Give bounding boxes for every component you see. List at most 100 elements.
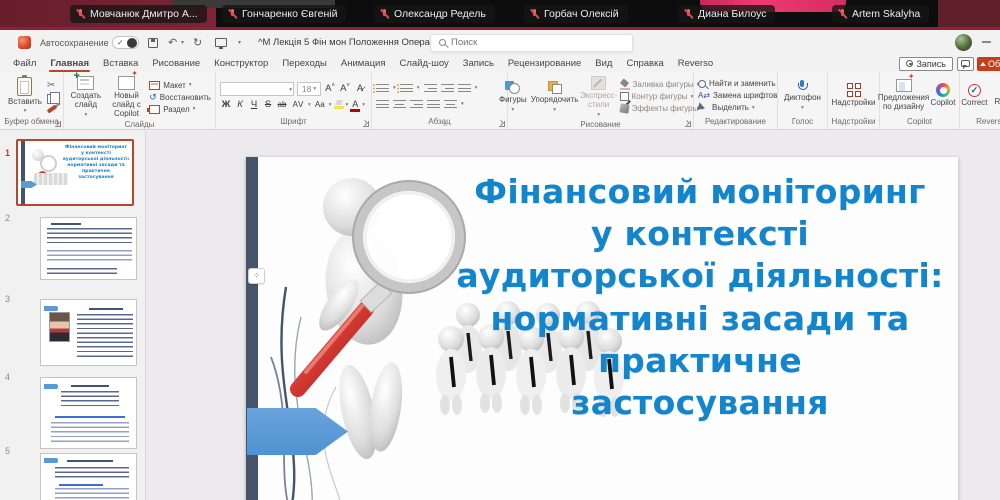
character-spacing-icon[interactable]: АV (290, 100, 306, 109)
align-center-icon[interactable] (393, 98, 406, 109)
undo-caret-icon[interactable]: ▾ (181, 30, 184, 55)
shapes-button[interactable]: Фигуры ▾ (497, 80, 529, 114)
tab-design[interactable]: Конструктор (207, 55, 275, 72)
align-right-icon[interactable] (410, 98, 423, 109)
drawing-dialog-launcher-icon[interactable] (685, 121, 691, 127)
group-label: Слайды (124, 120, 155, 130)
mini-slide-title: Фінансовий моніторинг у контексті аудито… (62, 145, 130, 180)
thumbnail-slide-2[interactable] (40, 217, 137, 280)
find-replace-button[interactable]: Найти и заменить (698, 79, 776, 88)
bullets-icon[interactable] (373, 82, 389, 93)
tab-home[interactable]: Главная (43, 55, 96, 72)
powerpoint-app-icon (18, 36, 31, 49)
correct-button[interactable]: ✓ Correct (959, 83, 989, 109)
muted-mic-icon (684, 8, 693, 20)
autosave-toggle[interactable]: ✓ (112, 36, 139, 49)
shape-outline-button[interactable]: Контур фигуры ▾ (619, 92, 704, 102)
dictate-button[interactable]: Диктофон ▾ (782, 79, 823, 112)
ribbon-collapse-icon[interactable]: ˄ (443, 122, 447, 129)
tab-record[interactable]: Запись (456, 55, 501, 72)
rephrase-button[interactable]: Rephra (993, 83, 1000, 108)
slide-title-text[interactable]: Фінансовий моніторинг у контексті аудито… (448, 171, 952, 424)
select-button[interactable]: Выделить ▾ (696, 101, 755, 114)
ab-strike-icon[interactable]: ab (276, 100, 288, 109)
tab-help[interactable]: Справка (619, 55, 670, 72)
thumbnail-slide-5[interactable] (40, 453, 137, 500)
arrange-button[interactable]: Упорядочить ▾ (531, 80, 578, 114)
floating-widget-button[interactable]: ⁘ (248, 268, 265, 284)
search-box[interactable] (430, 33, 633, 52)
start-slideshow-icon[interactable] (215, 38, 227, 49)
decrease-indent-icon[interactable] (423, 82, 437, 93)
copilot-button[interactable]: Copilot (929, 82, 958, 109)
tab-review[interactable]: Рецензирование (501, 55, 588, 72)
increase-indent-icon[interactable] (440, 82, 454, 93)
select-icon (696, 101, 711, 114)
tab-transitions[interactable]: Переходы (275, 55, 334, 72)
clipboard-dialog-launcher-icon[interactable] (55, 121, 61, 127)
shape-fill-icon (619, 80, 630, 91)
underline-button[interactable]: Ч (248, 100, 260, 110)
copilot-slide-icon (117, 70, 138, 90)
tab-reverso[interactable]: Reverso (671, 55, 720, 72)
thumbnail-slide-3[interactable] (40, 299, 137, 366)
font-dialog-launcher-icon[interactable] (363, 121, 369, 127)
addins-button[interactable]: Надстройки (830, 82, 878, 109)
share-button[interactable]: Об (977, 56, 1000, 71)
text-highlight-icon[interactable] (333, 100, 344, 109)
mini-accent-bar (44, 306, 58, 311)
replace-fonts-button[interactable]: А⇄ Замена шрифтов (698, 91, 777, 100)
font-size-select[interactable]: 18 ▾ (297, 81, 321, 96)
shape-effects-button[interactable]: Эффекты фигуры ▾ (618, 103, 704, 115)
tab-view[interactable]: Вид (588, 55, 619, 72)
copy-icon[interactable] (46, 91, 60, 104)
title-dropdown-caret-icon[interactable]: ▾ (418, 30, 421, 55)
paragraph-dialog-launcher-icon[interactable] (499, 121, 505, 127)
tab-draw[interactable]: Рисование (145, 55, 207, 72)
bold-button[interactable]: Ж (220, 100, 232, 110)
participant-name: Гончаренко Євгеній (242, 8, 338, 20)
copilot-slide-button[interactable]: Новый слайд с Copilot (107, 70, 146, 119)
tab-animations[interactable]: Анимация (334, 55, 393, 72)
cut-icon[interactable]: ✂ (47, 80, 57, 91)
shrink-font-icon[interactable]: А˅ (339, 83, 351, 94)
clear-format-icon[interactable]: А̷ (354, 84, 366, 94)
layout-button[interactable]: Макет ▾ (149, 80, 211, 90)
line-spacing-icon[interactable] (457, 82, 471, 93)
align-left-icon[interactable] (376, 98, 389, 109)
minimize-icon[interactable] (982, 41, 991, 43)
strikethrough-button[interactable]: S (262, 100, 274, 110)
numbering-icon[interactable] (396, 82, 413, 93)
mini-text-block (47, 228, 132, 246)
undo-icon[interactable]: ↶ (168, 30, 177, 55)
font-color-icon[interactable]: А (350, 100, 361, 112)
redo-icon[interactable]: ↻ (193, 30, 202, 55)
search-input[interactable] (451, 37, 601, 48)
change-case-icon[interactable]: Аа (313, 100, 327, 109)
format-painter-icon[interactable] (46, 103, 58, 114)
group-label: Голос (791, 117, 814, 126)
tab-slideshow[interactable]: Слайд-шоу (393, 55, 456, 72)
record-button[interactable]: Запись (899, 56, 953, 71)
tab-file[interactable]: Файл (6, 55, 43, 72)
columns-icon[interactable] (444, 98, 457, 109)
quick-styles-button[interactable]: Экспресс-стили ▾ (580, 75, 617, 119)
qat-overflow-icon[interactable]: ▾ (238, 30, 241, 55)
justify-icon[interactable] (427, 98, 440, 109)
slide-canvas[interactable]: Фінансовий моніторинг у контексті аудито… (246, 157, 958, 500)
section-button[interactable]: Раздел ▾ (147, 104, 211, 114)
comments-button[interactable] (957, 56, 974, 71)
designer-button[interactable]: Предложения по дизайну (878, 73, 929, 113)
grow-font-icon[interactable]: А˄ (324, 83, 336, 94)
account-avatar[interactable] (955, 34, 972, 51)
thumbnail-slide-1[interactable]: Фінансовий моніторинг у контексті аудито… (16, 139, 134, 206)
thumbnail-slide-4[interactable] (40, 377, 137, 449)
new-slide-button[interactable]: Создать слайд▾ (68, 70, 104, 119)
reset-button[interactable]: ↺ Восстановить (149, 92, 211, 102)
paste-button[interactable]: Вставить ▾ (6, 74, 44, 116)
font-name-select[interactable]: ▾ (220, 81, 294, 96)
save-icon[interactable] (148, 37, 158, 48)
shape-fill-button[interactable]: Заливка фигуры ▾ (619, 80, 704, 91)
italic-button[interactable]: К (234, 100, 246, 110)
slide-thumbnail-panel[interactable]: 1 Фінансовий моніторинг у контексті ауди… (0, 131, 146, 500)
